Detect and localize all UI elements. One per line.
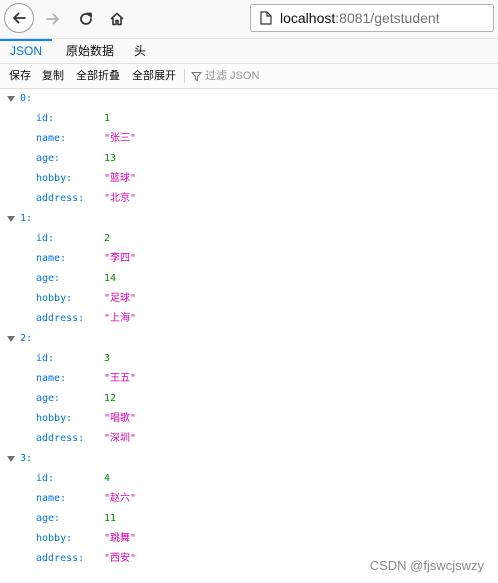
tab-raw-data[interactable]: 原始数据 [62,39,118,63]
value-age: 11 [104,513,117,524]
value-id: 1 [104,113,111,124]
key-address: address: [36,433,85,444]
value-id: 4 [104,473,111,484]
filter-icon [190,70,202,82]
value-address: "深圳" [104,433,137,444]
value-hobby: "足球" [104,293,137,304]
back-button[interactable] [4,3,34,33]
tree-row-index[interactable]: 0: [0,89,498,109]
key-age: age: [36,273,61,284]
tree-row: name: "王五" [0,369,498,389]
key-age: age: [36,153,61,164]
tree-row: id: 1 [0,109,498,129]
array-index-key: 2: [20,333,33,344]
filter-json-input[interactable] [205,67,325,85]
key-id: id: [36,473,55,484]
url-path: :8081/getstudent [335,10,440,26]
back-arrow-icon [13,12,26,24]
value-hobby: "篮球" [104,173,137,184]
tree-row: name: "张三" [0,129,498,149]
url-host: localhost [280,10,336,26]
value-age: 12 [104,393,117,404]
tree-row: address: "北京" [0,189,498,209]
expand-arrow-icon[interactable] [7,456,15,462]
tab-json[interactable]: JSON [0,39,52,63]
filter-box [190,64,325,88]
viewer-toolbar: 保存 复制 全部折叠 全部展开 [0,64,498,89]
expand-arrow-icon[interactable] [7,96,15,102]
tree-row: name: "赵六" [0,489,498,509]
array-index-key: 3: [20,453,33,464]
expand-arrow-icon[interactable] [7,216,15,222]
reload-button[interactable] [71,4,101,34]
value-id: 2 [104,233,111,244]
key-address: address: [36,313,85,324]
reload-icon [80,12,92,25]
key-id: id: [36,233,55,244]
value-age: 14 [104,273,117,284]
forward-button[interactable] [38,4,68,34]
value-address: "上海" [104,313,137,324]
collapse-all-button[interactable]: 全部折叠 [76,64,120,88]
tab-headers[interactable]: 头 [128,39,152,63]
tree-row: id: 2 [0,229,498,249]
tree-row: hobby: "篮球" [0,169,498,189]
tree-row: age: 13 [0,149,498,169]
key-address: address: [36,553,85,564]
key-id: id: [36,353,55,364]
key-name: name: [36,493,67,504]
value-address: "北京" [104,193,137,204]
address-bar[interactable]: localhost:8081/getstudent [250,4,494,32]
tree-row: age: 11 [0,509,498,529]
tree-row: address: "深圳" [0,429,498,449]
tree-row: age: 14 [0,269,498,289]
key-name: name: [36,373,67,384]
browser-toolbar: localhost:8081/getstudent [0,0,498,39]
home-button[interactable] [102,4,132,34]
home-icon [110,12,124,26]
tree-row-index[interactable]: 3: [0,449,498,469]
page-icon [258,10,274,26]
key-age: age: [36,393,61,404]
value-name: "张三" [104,133,137,144]
copy-button[interactable]: 复制 [42,64,64,88]
value-name: "李四" [104,253,137,264]
key-id: id: [36,113,55,124]
forward-arrow-icon [46,13,59,25]
key-name: name: [36,253,67,264]
tree-row: id: 3 [0,349,498,369]
key-age: age: [36,513,61,524]
key-address: address: [36,193,85,204]
tree-row: id: 4 [0,469,498,489]
viewer-tabs: JSON 原始数据 头 [0,39,498,64]
expand-arrow-icon[interactable] [7,336,15,342]
save-button[interactable]: 保存 [9,64,31,88]
tree-row: hobby: "唱歌" [0,409,498,429]
watermark-text: CSDN @fjswcjswzy [369,558,484,573]
value-age: 13 [104,153,117,164]
value-name: "王五" [104,373,137,384]
key-hobby: hobby: [36,413,73,424]
tree-row: hobby: "足球" [0,289,498,309]
tree-row: name: "李四" [0,249,498,269]
value-hobby: "跳舞" [104,533,137,544]
value-address: "西安" [104,553,137,564]
key-hobby: hobby: [36,173,73,184]
expand-all-button[interactable]: 全部展开 [132,64,176,88]
key-name: name: [36,133,67,144]
value-name: "赵六" [104,493,137,504]
array-index-key: 0: [20,93,33,104]
tree-row: hobby: "跳舞" [0,529,498,549]
value-id: 3 [104,353,111,364]
url-text: localhost:8081/getstudent [280,10,440,26]
toolbar-divider [184,69,185,83]
tree-row-index[interactable]: 1: [0,209,498,229]
key-hobby: hobby: [36,533,73,544]
tree-row: address: "上海" [0,309,498,329]
array-index-key: 1: [20,213,33,224]
tree-row: age: 12 [0,389,498,409]
key-hobby: hobby: [36,293,73,304]
value-hobby: "唱歌" [104,413,137,424]
tree-row-index[interactable]: 2: [0,329,498,349]
